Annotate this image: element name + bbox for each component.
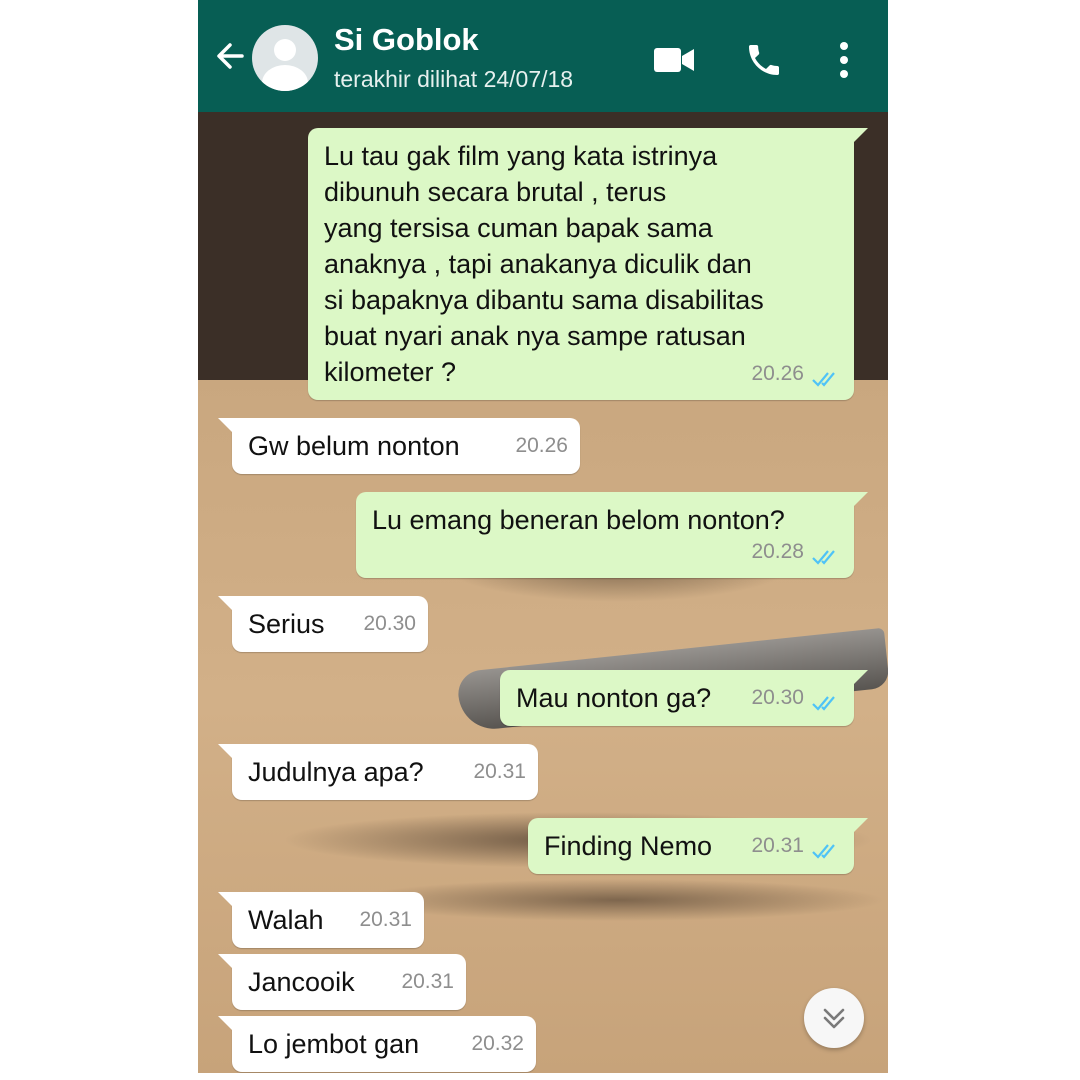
chat-screen: Si Goblok terakhir dilihat 24/07/18 Lu t… (198, 0, 888, 1073)
phone-call-icon[interactable] (744, 40, 784, 80)
read-ticks-icon (812, 696, 835, 711)
avatar-body (262, 65, 308, 91)
message-bubble-incoming[interactable]: Lo jembot gan 20.32 (218, 1016, 536, 1072)
message-time: 20.30 (751, 686, 804, 709)
message-bubble-incoming[interactable]: Walah 20.31 (218, 892, 424, 948)
read-ticks-icon (812, 844, 835, 859)
message-text: Lu emang beneran belom nonton? (372, 505, 785, 535)
avatar[interactable] (252, 25, 318, 91)
message-time: 20.26 (751, 362, 804, 385)
message-bubble-outgoing[interactable]: Lu tau gak film yang kata istrinya dibun… (308, 128, 868, 400)
contact-name[interactable]: Si Goblok (334, 22, 479, 58)
message-time: 20.32 (471, 1032, 524, 1055)
message-time: 20.31 (359, 908, 412, 931)
more-vert-icon[interactable] (834, 38, 854, 82)
message-time: 20.31 (473, 760, 526, 783)
message-bubble-incoming[interactable]: Serius 20.30 (218, 596, 428, 652)
last-seen-status: terakhir dilihat 24/07/18 (334, 66, 574, 92)
message-text: Lu tau gak film yang kata istrinya dibun… (324, 141, 764, 387)
message-bubble-outgoing[interactable]: Finding Nemo 20.31 (528, 818, 868, 874)
avatar-head (274, 39, 296, 61)
scroll-to-bottom-button[interactable] (804, 988, 864, 1048)
message-time: 20.28 (751, 540, 804, 563)
message-bubble-incoming[interactable]: Judulnya apa? 20.31 (218, 744, 538, 800)
double-chevron-down-icon (823, 1008, 845, 1029)
read-ticks-icon (812, 550, 835, 565)
video-call-icon[interactable] (654, 46, 694, 74)
message-time: 20.31 (401, 970, 454, 993)
message-time: 20.26 (515, 434, 568, 457)
arrow-left-icon[interactable] (212, 38, 248, 74)
message-time: 20.31 (751, 834, 804, 857)
chat-header: Si Goblok terakhir dilihat 24/07/18 (198, 0, 888, 112)
message-bubble-outgoing[interactable]: Lu emang beneran belom nonton? 20.28 (356, 492, 868, 578)
message-bubble-outgoing[interactable]: Mau nonton ga? 20.30 (500, 670, 868, 726)
read-ticks-icon (812, 372, 835, 387)
message-time: 20.30 (363, 612, 416, 635)
message-bubble-incoming[interactable]: Gw belum nonton 20.26 (218, 418, 580, 474)
message-bubble-incoming[interactable]: Jancooik 20.31 (218, 954, 466, 1010)
